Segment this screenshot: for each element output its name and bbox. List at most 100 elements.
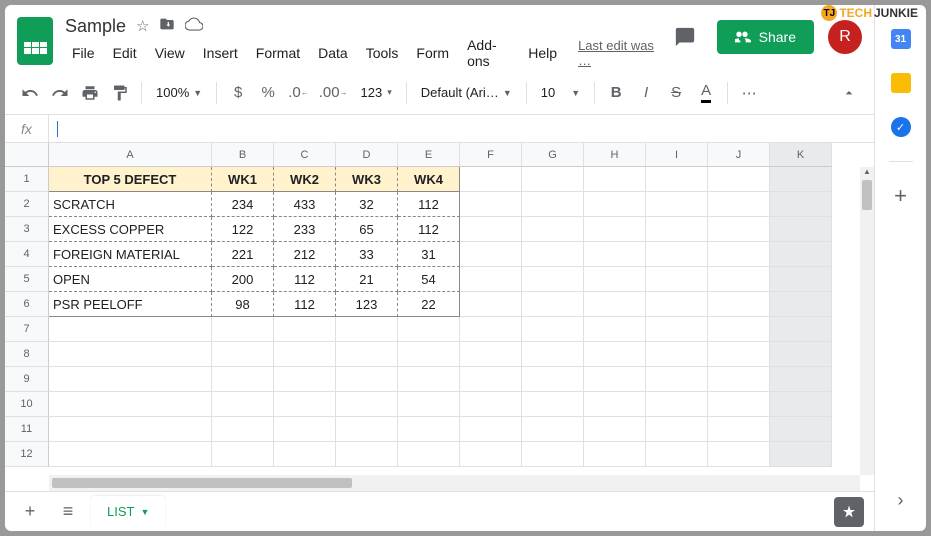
column-header-F[interactable]: F — [460, 143, 522, 167]
row-header-1[interactable]: 1 — [5, 167, 49, 192]
move-folder-icon[interactable] — [159, 16, 175, 36]
font-size-select[interactable]: 10▼ — [535, 85, 586, 100]
cell-A3[interactable]: EXCESS COPPER — [49, 217, 212, 242]
scroll-up-icon[interactable]: ▲ — [860, 167, 874, 176]
cell-I4[interactable] — [646, 242, 708, 267]
cell-F1[interactable] — [460, 167, 522, 192]
sheets-logo-icon[interactable] — [17, 17, 53, 65]
cell-D2[interactable]: 32 — [336, 192, 398, 217]
cell-F5[interactable] — [460, 267, 522, 292]
cell-F10[interactable] — [460, 392, 522, 417]
cell-F9[interactable] — [460, 367, 522, 392]
cell-B9[interactable] — [212, 367, 274, 392]
cell-B3[interactable]: 122 — [212, 217, 274, 242]
cell-H11[interactable] — [584, 417, 646, 442]
italic-button[interactable]: I — [633, 79, 659, 107]
menu-insert[interactable]: Insert — [196, 41, 245, 65]
cell-G8[interactable] — [522, 342, 584, 367]
cell-E3[interactable]: 112 — [398, 217, 460, 242]
cell-B8[interactable] — [212, 342, 274, 367]
column-header-G[interactable]: G — [522, 143, 584, 167]
menu-edit[interactable]: Edit — [106, 41, 144, 65]
cell-G2[interactable] — [522, 192, 584, 217]
cell-A9[interactable] — [49, 367, 212, 392]
cell-E7[interactable] — [398, 317, 460, 342]
cell-A10[interactable] — [49, 392, 212, 417]
cell-G7[interactable] — [522, 317, 584, 342]
menu-view[interactable]: View — [148, 41, 192, 65]
last-edit-link[interactable]: Last edit was … — [578, 38, 655, 68]
column-header-B[interactable]: B — [212, 143, 274, 167]
cell-H4[interactable] — [584, 242, 646, 267]
scrollbar-thumb[interactable] — [52, 478, 352, 488]
cell-H10[interactable] — [584, 392, 646, 417]
cell-C9[interactable] — [274, 367, 336, 392]
redo-button[interactable] — [47, 79, 73, 107]
cell-G1[interactable] — [522, 167, 584, 192]
cell-J10[interactable] — [708, 392, 770, 417]
cell-B12[interactable] — [212, 442, 274, 467]
cell-A7[interactable] — [49, 317, 212, 342]
number-format-select[interactable]: 123▾ — [355, 85, 398, 100]
cell-E10[interactable] — [398, 392, 460, 417]
cell-E11[interactable] — [398, 417, 460, 442]
currency-button[interactable]: $ — [225, 79, 251, 107]
cell-G10[interactable] — [522, 392, 584, 417]
cell-J11[interactable] — [708, 417, 770, 442]
keep-icon[interactable] — [891, 73, 911, 93]
cell-J4[interactable] — [708, 242, 770, 267]
cell-G3[interactable] — [522, 217, 584, 242]
all-sheets-button[interactable]: ≡ — [53, 497, 83, 527]
spreadsheet-grid[interactable]: ABCDEFGHIJK1TOP 5 DEFECTWK1WK2WK3WK42SCR… — [5, 143, 874, 491]
cell-I9[interactable] — [646, 367, 708, 392]
cell-B5[interactable]: 200 — [212, 267, 274, 292]
cell-A12[interactable] — [49, 442, 212, 467]
cloud-status-icon[interactable] — [185, 15, 203, 37]
cell-C7[interactable] — [274, 317, 336, 342]
cell-K6[interactable] — [770, 292, 832, 317]
more-toolbar-button[interactable]: ⋯ — [736, 79, 762, 107]
comments-button[interactable] — [667, 19, 703, 55]
cell-G6[interactable] — [522, 292, 584, 317]
cell-D4[interactable]: 33 — [336, 242, 398, 267]
cell-D10[interactable] — [336, 392, 398, 417]
column-header-K[interactable]: K — [770, 143, 832, 167]
cell-A6[interactable]: PSR PEELOFF — [49, 292, 212, 317]
cell-H7[interactable] — [584, 317, 646, 342]
cell-E1[interactable]: WK4 — [398, 167, 460, 192]
cell-A5[interactable]: OPEN — [49, 267, 212, 292]
cell-H2[interactable] — [584, 192, 646, 217]
cell-B7[interactable] — [212, 317, 274, 342]
collapse-toolbar-button[interactable] — [836, 79, 862, 107]
cell-B4[interactable]: 221 — [212, 242, 274, 267]
row-header-9[interactable]: 9 — [5, 367, 49, 392]
cell-B2[interactable]: 234 — [212, 192, 274, 217]
explore-button[interactable] — [834, 497, 864, 527]
doc-title[interactable]: Sample — [65, 16, 126, 37]
cell-F12[interactable] — [460, 442, 522, 467]
cell-I8[interactable] — [646, 342, 708, 367]
cell-K8[interactable] — [770, 342, 832, 367]
font-select[interactable]: Default (Ari…▼ — [415, 85, 518, 100]
cell-I3[interactable] — [646, 217, 708, 242]
cell-E4[interactable]: 31 — [398, 242, 460, 267]
cell-I7[interactable] — [646, 317, 708, 342]
cell-D8[interactable] — [336, 342, 398, 367]
collapse-side-panel-icon[interactable]: › — [898, 490, 904, 511]
cell-D9[interactable] — [336, 367, 398, 392]
percent-button[interactable]: % — [255, 79, 281, 107]
column-header-E[interactable]: E — [398, 143, 460, 167]
paint-format-button[interactable] — [107, 79, 133, 107]
star-icon[interactable]: ☆ — [136, 17, 149, 35]
menu-addons[interactable]: Add-ons — [460, 33, 517, 73]
cell-A2[interactable]: SCRATCH — [49, 192, 212, 217]
menu-data[interactable]: Data — [311, 41, 355, 65]
cell-E6[interactable]: 22 — [398, 292, 460, 317]
cell-H3[interactable] — [584, 217, 646, 242]
formula-input[interactable] — [49, 120, 874, 137]
account-avatar[interactable]: R — [828, 20, 862, 54]
cell-G12[interactable] — [522, 442, 584, 467]
cell-F3[interactable] — [460, 217, 522, 242]
menu-tools[interactable]: Tools — [359, 41, 406, 65]
cell-J7[interactable] — [708, 317, 770, 342]
